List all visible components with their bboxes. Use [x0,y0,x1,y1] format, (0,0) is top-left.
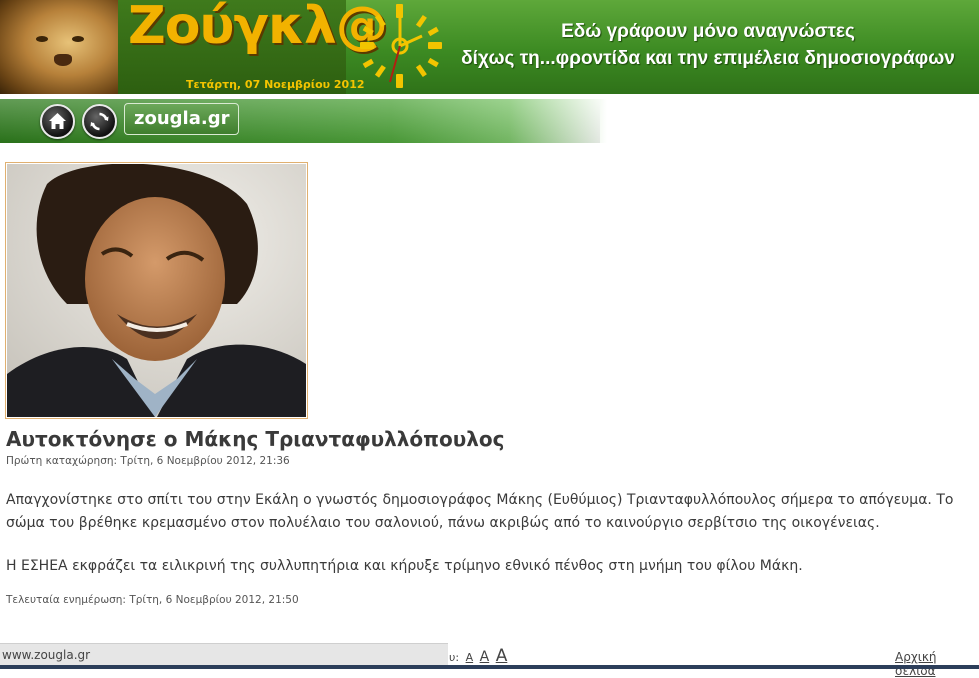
header-slogan: Εδώ γράφουν μόνο αναγνώστες δίχως τη...φ… [452,18,964,72]
portrait-image [7,164,306,417]
last-updated-meta: Τελευταία ενημέρωση: Τρίτη, 6 Νοεμβρίου … [6,594,299,606]
last-updated-label: Τελευταία ενημέρωση: [6,594,126,606]
slogan-line-1: Εδώ γράφουν μόνο αναγνώστες [561,21,855,42]
refresh-icon [90,112,109,131]
home-button[interactable] [40,104,75,139]
first-posted-value: Τρίτη, 6 Νοεμβρίου 2012, 21:36 [120,455,290,467]
site-header: Ζούγκλ@ Τετάρτη, 07 Νοεμβρίου 2012 Εδώ γ… [0,0,979,94]
home-icon [49,113,66,129]
font-size-controls: υ: A A A [449,646,507,666]
home-page-link[interactable]: Αρχική σελίδα [895,650,979,678]
first-posted-label: Πρώτη καταχώρηση: [6,455,118,467]
header-date: Τετάρτη, 07 Νοεμβρίου 2012 [186,78,365,91]
article-paragraph-1: Απαγχονίστηκε στο σπίτι του στην Εκάλη ο… [6,492,954,531]
refresh-button[interactable] [82,104,117,139]
font-size-small-link[interactable]: A [466,651,474,664]
clock-icon [360,4,442,88]
site-logo[interactable]: Ζούγκλ@ [128,0,388,56]
browser-status-bar: www.zougla.gr [0,643,448,665]
taskbar-strip [0,665,979,669]
lion-logo-image [0,0,125,94]
navigation-bar: zougla.gr [0,99,979,143]
font-size-label: υ: [449,651,460,664]
article-paragraph-2: Η ΕΣΗΕΑ εκφράζει τα ειλικρινή της συλλυπ… [6,558,803,574]
site-home-tab[interactable]: zougla.gr [124,103,240,135]
article-title: Αυτοκτόνησε ο Μάκης Τριανταφυλλόπουλος [6,427,505,451]
first-posted-meta: Πρώτη καταχώρηση: Τρίτη, 6 Νοεμβρίου 201… [6,455,290,467]
font-size-medium-link[interactable]: A [480,649,490,665]
font-size-large-link[interactable]: A [496,646,508,666]
article-photo [5,162,308,419]
slogan-line-2: δίχως τη...φροντίδα και την επιμέλεια δη… [461,48,955,69]
last-updated-value: Τρίτη, 6 Νοεμβρίου 2012, 21:50 [129,594,299,606]
